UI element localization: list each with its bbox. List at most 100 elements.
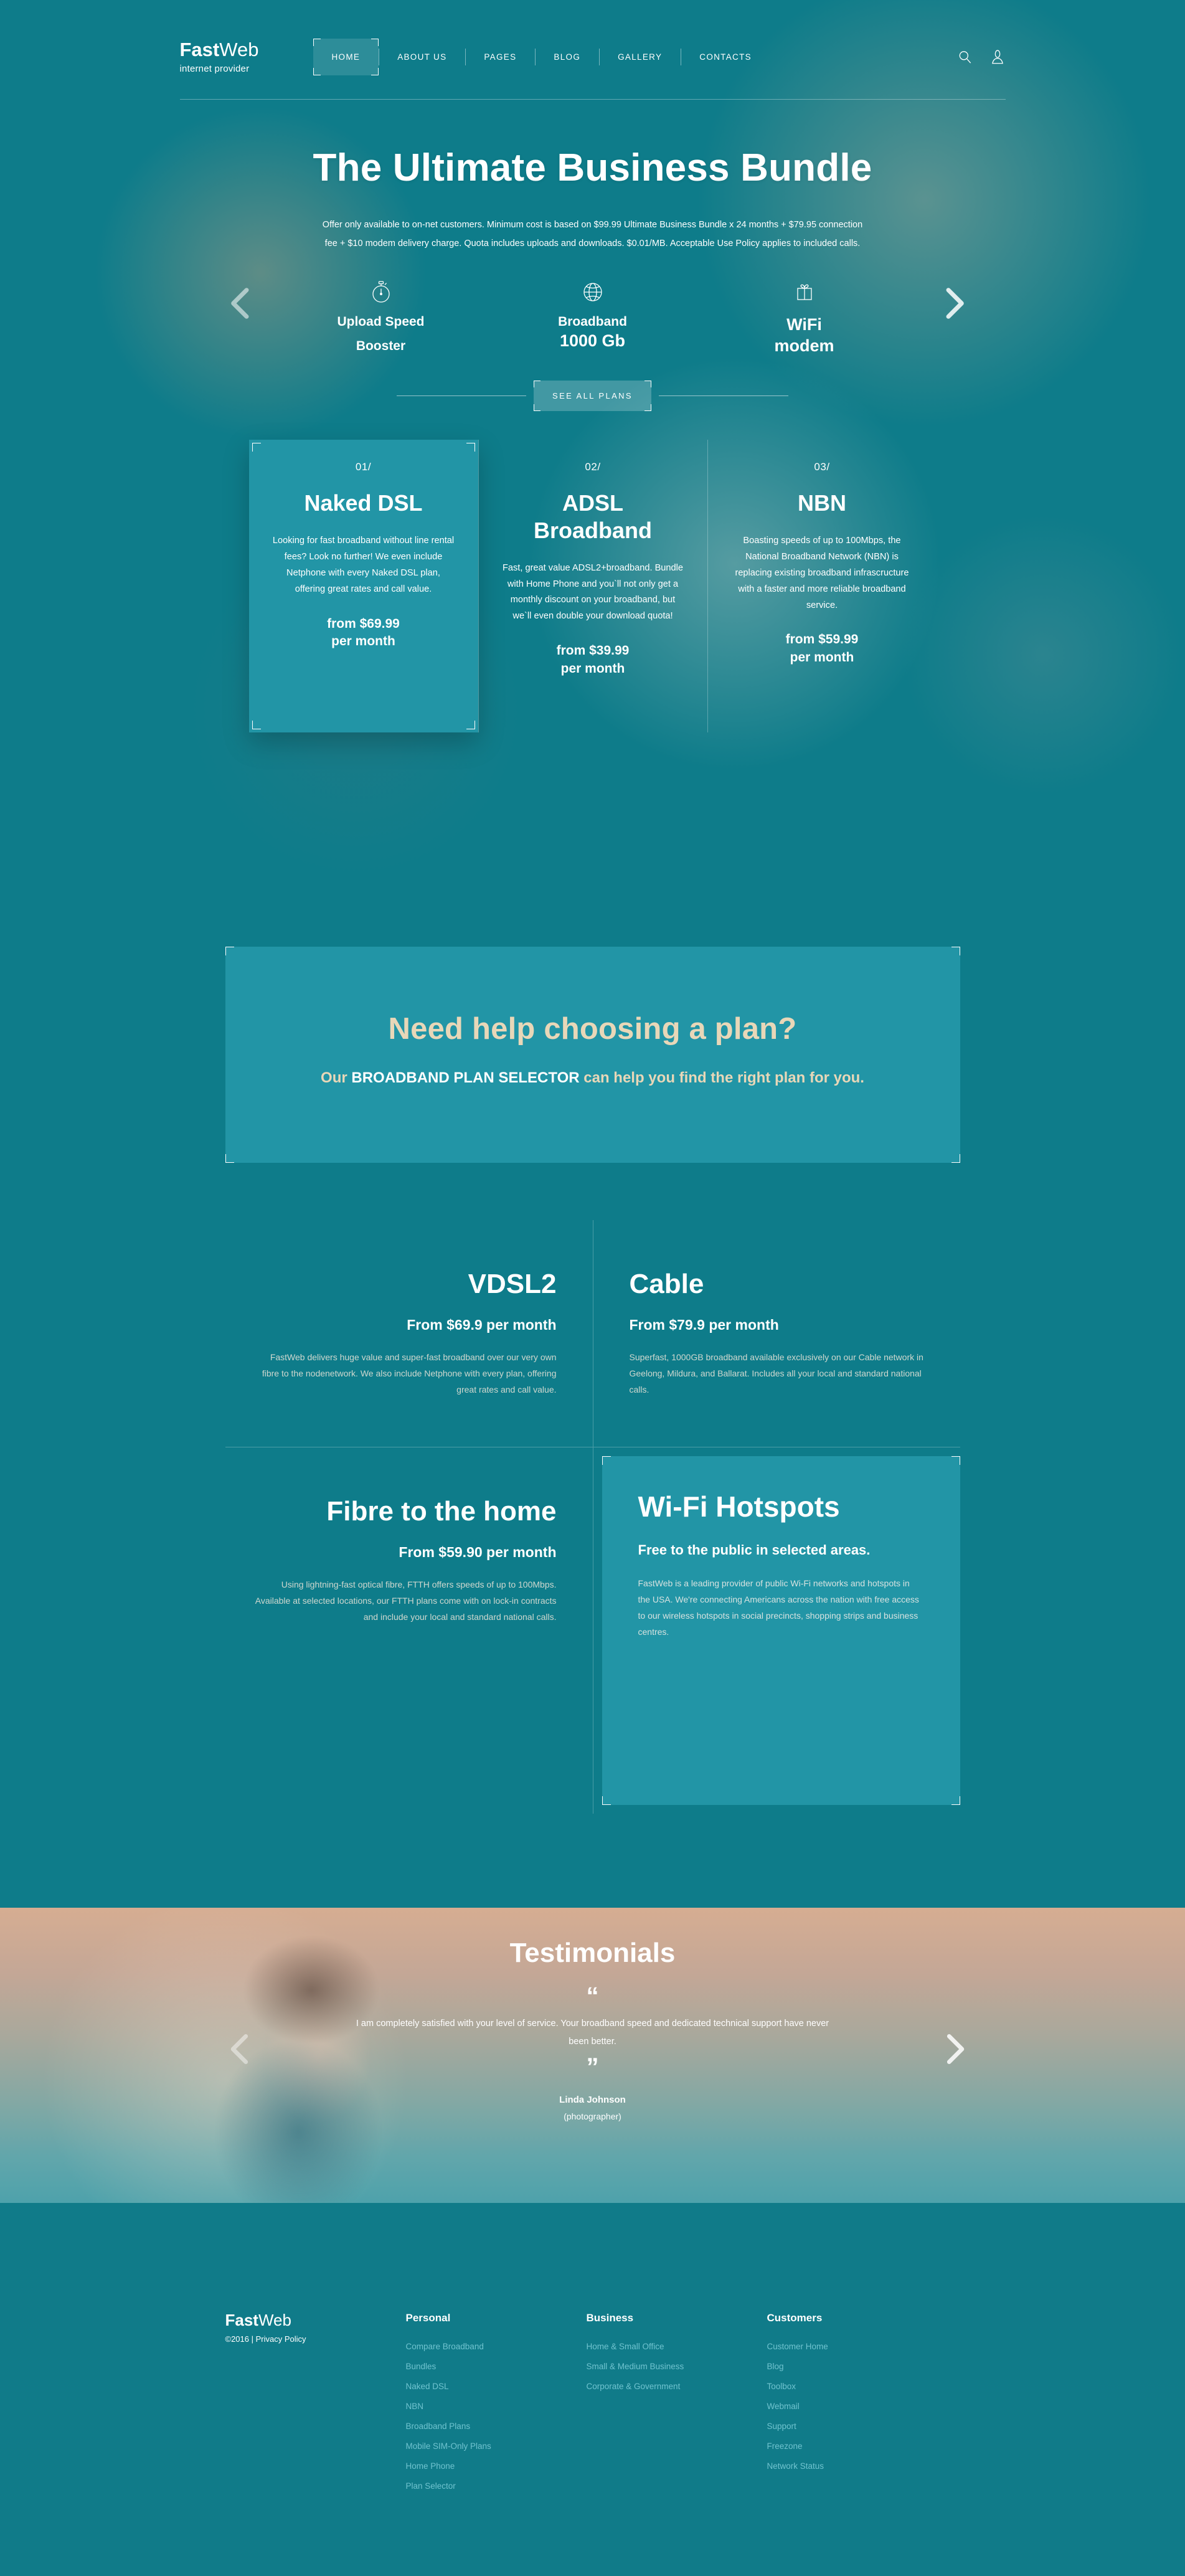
footer-link[interactable]: Support [767, 2422, 948, 2431]
plan-selector-box[interactable]: Need help choosing a plan? Our BROADBAND… [225, 947, 960, 1163]
plan-title: ADSL Broadband [533, 490, 652, 543]
footer-link[interactable]: Corporate & Government [587, 2382, 767, 2391]
footer-link[interactable]: Home & Small Office [587, 2342, 767, 2351]
footer-columns: FastWeb ©2016 | Privacy Policy Personal … [225, 2312, 960, 2501]
hero-feature-line1: Upload Speed [337, 315, 425, 329]
services-row-1: VDSL2 From $69.9 per month FastWeb deliv… [225, 1220, 960, 1447]
hero-feature-line2: modem [774, 336, 834, 355]
footer-brand-name: FastWeb [225, 2312, 406, 2328]
footer-link[interactable]: Blog [767, 2362, 948, 2371]
footer-link[interactable]: Small & Medium Business [587, 2362, 767, 2371]
hero-feature-line2: Booster [356, 339, 406, 354]
nav-item-home[interactable]: HOME [313, 39, 379, 75]
testimonial-role: (photographer) [564, 2111, 621, 2122]
plan-description: Fast, great value ADSL2+broadband. Bundl… [502, 562, 684, 622]
plan-selector-band: Need help choosing a plan? Our BROADBAND… [0, 909, 1185, 1163]
footer-link[interactable]: Naked DSL [406, 2382, 587, 2391]
hero-feature-line2: 1000 Gb [559, 331, 626, 351]
brand-tagline: internet provider [179, 64, 250, 74]
plan-price-line2: per month [331, 633, 395, 648]
footer-link[interactable]: Webmail [767, 2402, 948, 2411]
plan-title: Naked DSL [304, 490, 423, 516]
hero-cta-row: SEE ALL PLANS [0, 380, 1185, 411]
cta-rule-right [659, 395, 788, 396]
service-cable: Cable From $79.9 per month Superfast, 10… [592, 1220, 960, 1447]
plan-price: from $69.99 per month [273, 615, 455, 651]
brand-name: FastWeb [180, 40, 305, 59]
plan-price: from $39.99 per month [503, 642, 684, 678]
footer-heading: Customers [767, 2312, 823, 2324]
brand-name-light: Web [219, 39, 259, 60]
hero-prev-arrow[interactable] [222, 283, 262, 323]
hero-feature-line1: Broadband [558, 315, 627, 329]
header-tools [957, 48, 1006, 67]
plan-price-line1: from $59.99 [785, 632, 859, 647]
footer-link[interactable]: Freezone [767, 2441, 948, 2451]
nav-item-pages[interactable]: PAGES [465, 39, 535, 75]
hero-title: The Ultimate Business Bundle [313, 146, 872, 189]
see-all-plans-button[interactable]: SEE ALL PLANS [534, 380, 651, 411]
footer-brand-light: Web [258, 2311, 291, 2330]
service-fibre-to-the-home: Fibre to the home From $59.90 per month … [225, 1447, 593, 1814]
footer-heading: Personal [405, 2312, 451, 2324]
footer-column-personal: Personal Compare Broadband Bundles Naked… [406, 2312, 587, 2501]
service-vdsl2: VDSL2 From $69.9 per month FastWeb deliv… [225, 1220, 593, 1447]
footer-link[interactable]: Mobile SIM-Only Plans [406, 2441, 587, 2451]
brand-logo[interactable]: FastWeb internet provider [180, 40, 305, 74]
search-icon[interactable] [957, 48, 973, 67]
plan-number: 03/ [814, 460, 830, 473]
wifi-hotspots-card: Wi-Fi Hotspots Free to the public in sel… [602, 1456, 960, 1806]
plan-selector-subtitle: Our BROADBAND PLAN SELECTOR can help you… [263, 1066, 923, 1089]
plan-card-nbn[interactable]: 03/ NBN Boasting speeds of up to 100Mbps… [707, 439, 937, 732]
plan-price: from $59.99 per month [732, 631, 913, 666]
nav-item-about-us[interactable]: ABOUT US [379, 39, 465, 75]
testimonial-next-arrow[interactable] [935, 2030, 973, 2068]
footer-copyright: ©2016 | Privacy Policy [225, 2334, 306, 2344]
nav-item-contacts[interactable]: CONTACTS [681, 39, 770, 75]
plan-title: NBN [798, 490, 846, 516]
footer-link[interactable]: Plan Selector [406, 2481, 587, 2491]
service-wifi-hotspots[interactable]: Wi-Fi Hotspots Free to the public in sel… [592, 1447, 960, 1814]
site-footer: FastWeb ©2016 | Privacy Policy Personal … [0, 2203, 1185, 2576]
service-title: Cable [629, 1269, 704, 1300]
footer-column-business: Business Home & Small Office Small & Med… [587, 2312, 767, 2501]
plan-description: Boasting speeds of up to 100Mbps, the Na… [735, 535, 909, 610]
selector-sub-highlight[interactable]: BROADBAND PLAN SELECTOR [351, 1069, 579, 1086]
testimonial-prev-arrow[interactable] [222, 2030, 260, 2068]
nav-item-gallery[interactable]: GALLERY [599, 39, 681, 75]
footer-brand[interactable]: FastWeb ©2016 | Privacy Policy [225, 2312, 406, 2501]
service-price: From $59.90 per month [399, 1544, 557, 1561]
footer-link[interactable]: Customer Home [767, 2342, 948, 2351]
plan-price-line1: from $69.99 [327, 616, 400, 631]
service-title: Fibre to the home [326, 1496, 557, 1527]
services-row-2: Fibre to the home From $59.90 per month … [225, 1447, 960, 1814]
footer-link[interactable]: Compare Broadband [406, 2342, 587, 2351]
plan-card-naked-dsl[interactable]: 01/ Naked DSL Looking for fast broadband… [248, 439, 478, 732]
service-description: Superfast, 1000GB broadband available ex… [629, 1352, 923, 1395]
footer-link[interactable]: Network Status [767, 2461, 948, 2471]
nav-item-blog[interactable]: BLOG [535, 39, 599, 75]
footer-link[interactable]: Broadband Plans [406, 2422, 587, 2431]
testimonials-section: Testimonials “ I am completely satisfied… [0, 1908, 1185, 2204]
main-content: Need help choosing a plan? Our BROADBAND… [0, 909, 1185, 1908]
footer-link[interactable]: Toolbox [767, 2382, 948, 2391]
plan-price-line2: per month [790, 650, 854, 665]
main-navigation: HOME ABOUT US PAGES BLOG GALLERY CONTACT… [313, 39, 957, 75]
user-icon[interactable] [989, 48, 1006, 67]
hero-next-arrow[interactable] [933, 283, 973, 323]
footer-link[interactable]: Bundles [406, 2362, 587, 2371]
cta-rule-left [397, 395, 526, 396]
plan-price-line1: from $39.99 [556, 643, 630, 658]
page-root: FastWeb internet provider HOME ABOUT US … [0, 0, 1185, 2576]
footer-link[interactable]: Home Phone [406, 2461, 587, 2471]
globe-icon [521, 278, 664, 306]
footer-heading: Business [586, 2312, 634, 2324]
plan-card-adsl-broadband[interactable]: 02/ ADSL Broadband Fast, great value ADS… [478, 439, 707, 732]
hero-section: FastWeb internet provider HOME ABOUT US … [0, 0, 1185, 909]
selector-sub-after: can help you find the right plan for you… [579, 1069, 864, 1086]
services-spacer [0, 1814, 1185, 1907]
testimonial-content: Testimonials “ I am completely satisfied… [0, 1908, 1185, 2121]
service-description: FastWeb delivers huge value and super-fa… [262, 1352, 557, 1395]
brand-name-bold: Fast [179, 39, 220, 60]
footer-link[interactable]: NBN [406, 2402, 587, 2411]
